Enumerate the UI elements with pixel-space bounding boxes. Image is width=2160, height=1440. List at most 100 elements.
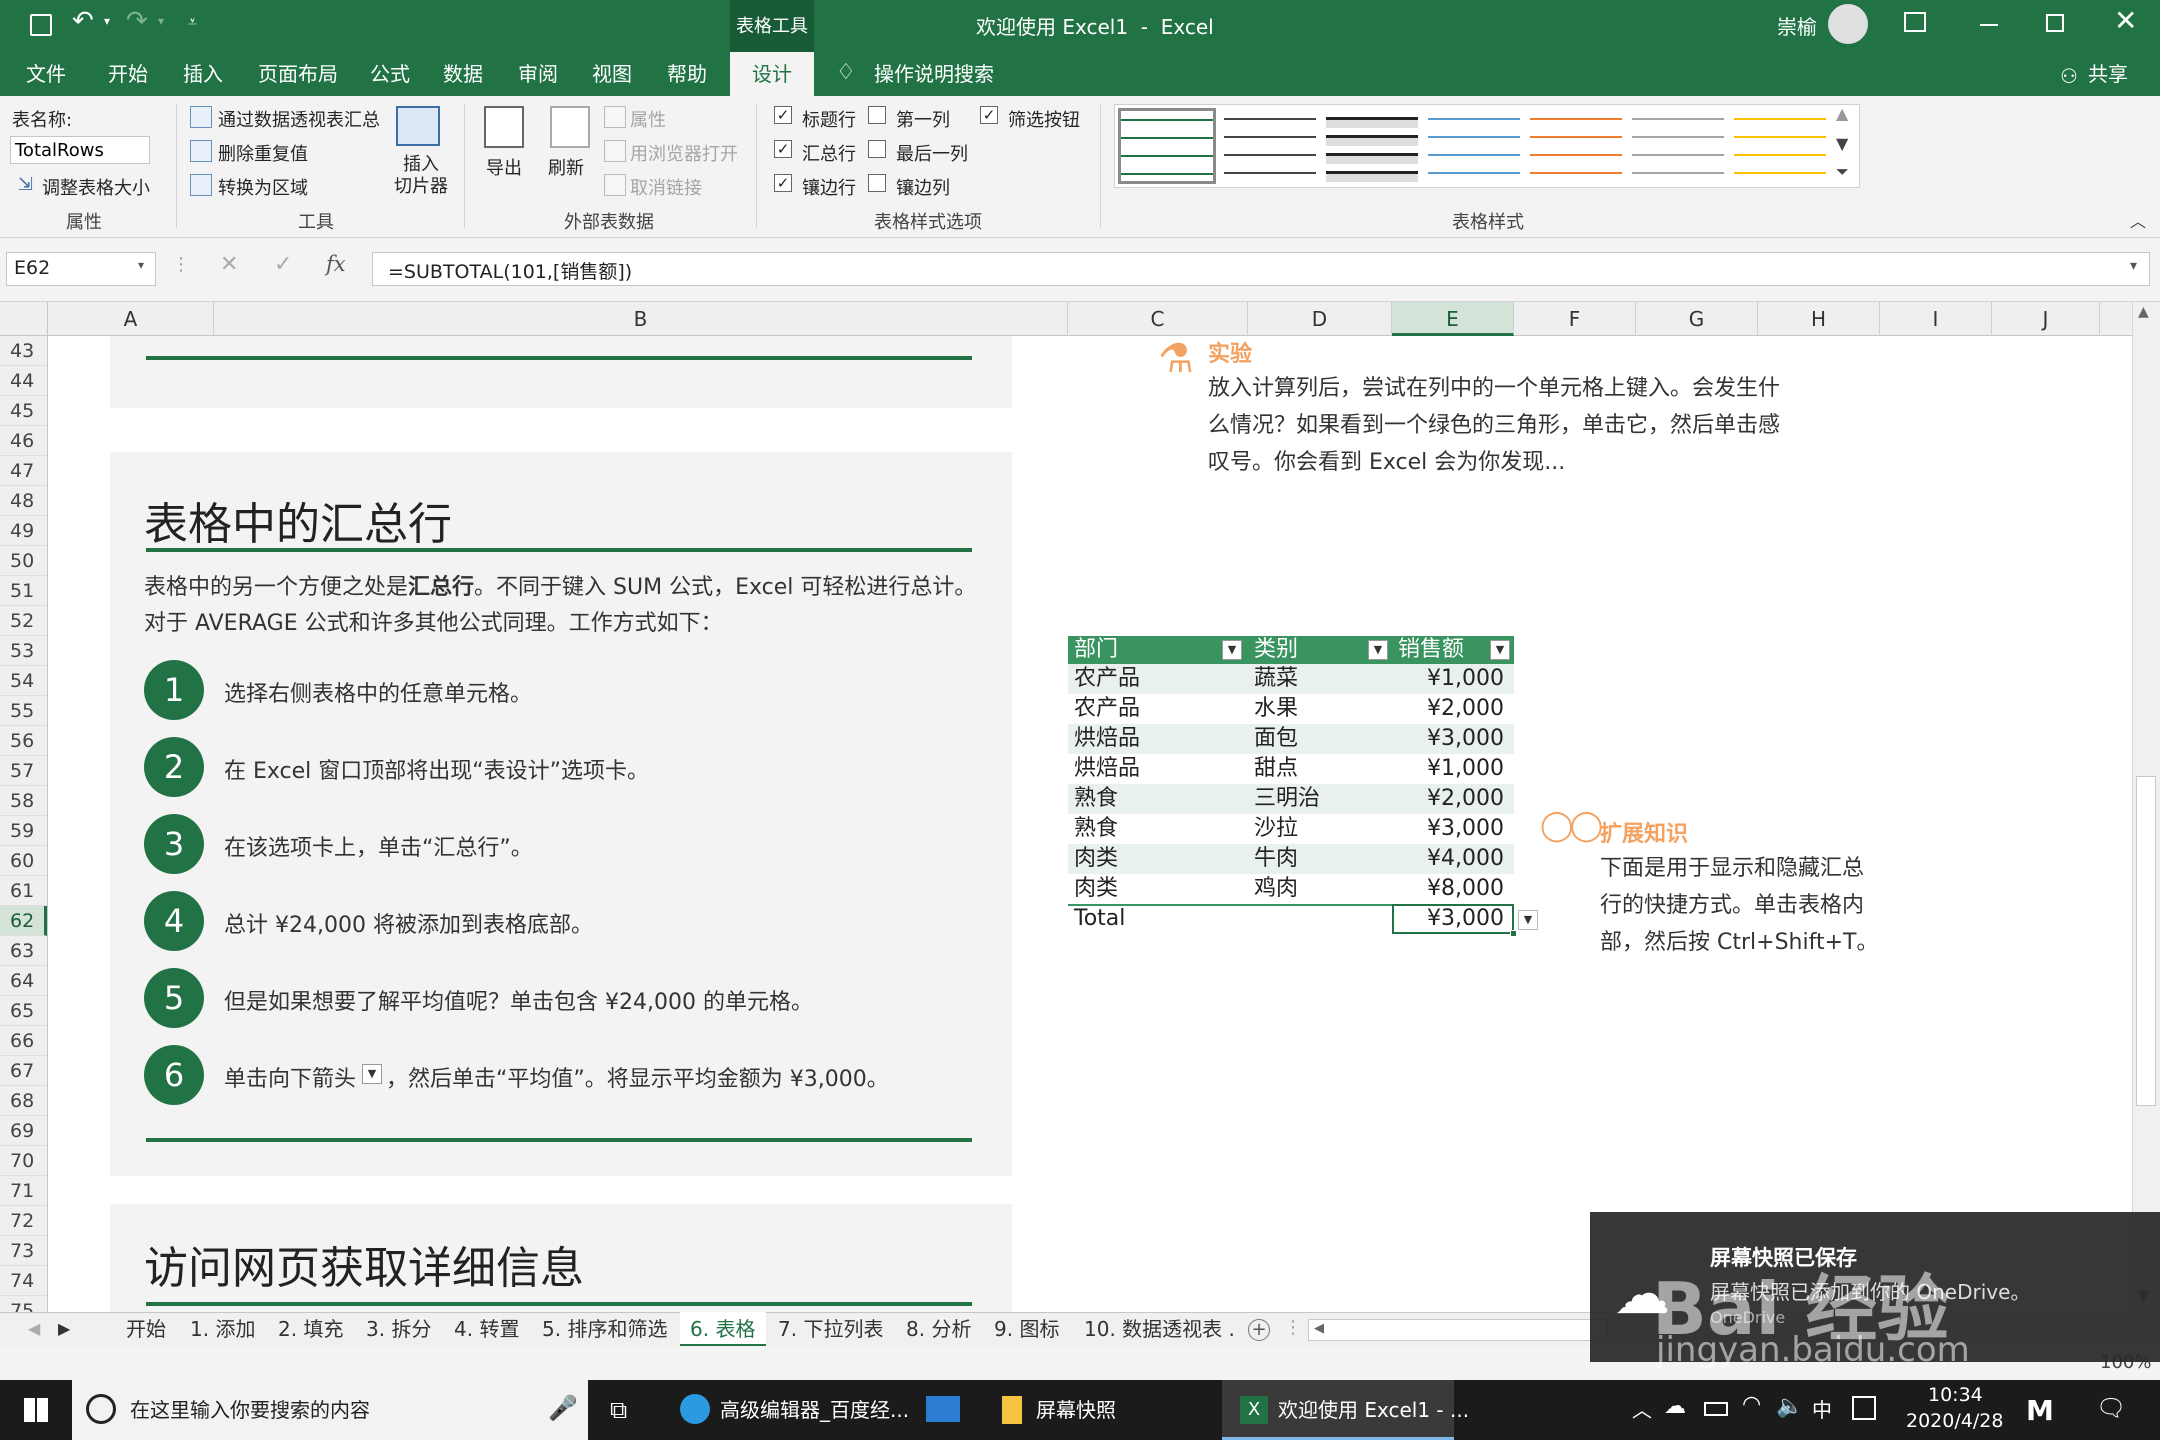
sheet-tab[interactable]: 2. 填充 xyxy=(278,1313,343,1347)
expand-formula-icon[interactable]: ▾ xyxy=(2130,258,2137,274)
filter-dropdown-icon[interactable]: ▼ xyxy=(1490,640,1510,660)
row-header[interactable]: 60 xyxy=(0,846,47,876)
cell-category[interactable]: 蔬菜 xyxy=(1254,664,1298,694)
next-sheet-icon[interactable]: ▶ xyxy=(58,1319,70,1338)
table-style-swatch[interactable] xyxy=(1326,110,1418,182)
table-style-swatch[interactable] xyxy=(1428,110,1520,182)
row-header[interactable]: 56 xyxy=(0,726,47,756)
user-name[interactable]: 崇榆 xyxy=(1777,11,1817,40)
horizontal-scrollbar[interactable] xyxy=(1308,1319,1608,1341)
row-header-selected[interactable]: 62 xyxy=(0,906,47,936)
tab-data[interactable]: 数据 xyxy=(443,52,483,96)
table-style-swatch[interactable] xyxy=(1118,108,1216,184)
row-header[interactable]: 58 xyxy=(0,786,47,816)
table-style-swatch[interactable] xyxy=(1530,110,1622,182)
filter-dropdown-icon[interactable]: ▼ xyxy=(1222,640,1242,660)
total-value[interactable]: ¥3,000 xyxy=(1427,904,1504,934)
cell-category[interactable]: 鸡肉 xyxy=(1254,874,1298,904)
tab-home[interactable]: 开始 xyxy=(108,52,148,96)
row-header[interactable]: 57 xyxy=(0,756,47,786)
battery-icon[interactable] xyxy=(1704,1402,1728,1416)
sheet-tab[interactable]: 7. 下拉列表 xyxy=(778,1313,883,1347)
refresh-button[interactable]: 刷新 xyxy=(548,154,584,180)
redo-dropdown-icon[interactable]: ▾ xyxy=(158,14,164,28)
cell-sales[interactable]: ¥1,000 xyxy=(1427,664,1504,694)
sheet-tab[interactable]: 3. 拆分 xyxy=(366,1313,431,1347)
column-header[interactable]: D xyxy=(1248,302,1392,336)
taskbar-app-active[interactable]: 欢迎使用 Excel1 - ... xyxy=(1278,1380,1469,1440)
redo-icon[interactable]: ↷ xyxy=(126,6,148,36)
gallery-more-icon[interactable]: ⏷ xyxy=(1836,162,1849,182)
total-row-checkbox[interactable]: ✓ xyxy=(774,140,792,158)
column-header[interactable]: C xyxy=(1068,302,1248,336)
filter-dropdown-icon[interactable]: ▼ xyxy=(1368,640,1388,660)
unlink-button[interactable]: 取消链接 xyxy=(630,174,702,200)
ribbon-display-icon[interactable] xyxy=(1904,12,1926,32)
enter-icon[interactable]: ✓ xyxy=(274,252,292,277)
cell-category[interactable]: 牛肉 xyxy=(1254,844,1298,874)
cell-category[interactable]: 甜点 xyxy=(1254,754,1298,784)
row-header[interactable]: 75 xyxy=(0,1296,47,1312)
properties-button[interactable]: 属性 xyxy=(630,106,666,132)
cell-dept[interactable]: 肉类 xyxy=(1074,874,1118,904)
taskbar-app[interactable]: 屏幕快照 xyxy=(1036,1380,1116,1440)
scroll-left-icon[interactable]: ◀ xyxy=(1314,1321,1324,1336)
row-header[interactable]: 48 xyxy=(0,486,47,516)
sheet-tab[interactable]: 4. 转置 xyxy=(454,1313,519,1347)
export-button[interactable]: 导出 xyxy=(486,154,522,180)
windows-start-icon[interactable] xyxy=(24,1398,48,1422)
banded-rows-checkbox[interactable]: ✓ xyxy=(774,174,792,192)
cell-sales[interactable]: ¥1,000 xyxy=(1427,754,1504,784)
prev-sheet-icon[interactable]: ◀ xyxy=(28,1319,40,1338)
table-style-swatch[interactable] xyxy=(1632,110,1724,182)
row-header[interactable]: 50 xyxy=(0,546,47,576)
task-view-icon[interactable]: ⧉ xyxy=(610,1396,627,1424)
add-sheet-icon[interactable]: + xyxy=(1248,1319,1270,1341)
column-header[interactable]: F xyxy=(1514,302,1636,336)
row-header[interactable]: 51 xyxy=(0,576,47,606)
convert-to-range-button[interactable]: 转换为区域 xyxy=(218,174,308,200)
cell-sales[interactable]: ¥4,000 xyxy=(1427,844,1504,874)
column-header-selected[interactable]: E xyxy=(1392,302,1514,336)
row-header[interactable]: 72 xyxy=(0,1206,47,1236)
table-name-input[interactable] xyxy=(10,136,150,164)
tab-view[interactable]: 视图 xyxy=(592,52,632,96)
tab-review[interactable]: 审阅 xyxy=(518,52,558,96)
row-header[interactable]: 73 xyxy=(0,1236,47,1266)
tab-design[interactable]: 设计 xyxy=(752,52,792,96)
undo-dropdown-icon[interactable]: ▾ xyxy=(104,14,110,28)
sheet-tab[interactable]: 8. 分析 xyxy=(906,1313,971,1347)
row-header[interactable]: 61 xyxy=(0,876,47,906)
cell-sales[interactable]: ¥2,000 xyxy=(1427,694,1504,724)
row-header[interactable]: 64 xyxy=(0,966,47,996)
cell-dept[interactable]: 熟食 xyxy=(1074,814,1118,844)
row-header[interactable]: 47 xyxy=(0,456,47,486)
clock-time[interactable]: 10:34 xyxy=(1928,1384,1983,1406)
insert-function-icon[interactable]: fx xyxy=(326,252,346,276)
cell-sales[interactable]: ¥8,000 xyxy=(1427,874,1504,904)
cell-category[interactable]: 水果 xyxy=(1254,694,1298,724)
screenshot-toast[interactable]: ☁ 屏幕快照已保存 屏幕快照已添加到你的 OneDrive。 OneDrive … xyxy=(1590,1212,2160,1370)
tell-me-search[interactable]: 操作说明搜索 xyxy=(874,52,994,96)
restore-icon[interactable] xyxy=(2046,14,2064,32)
row-header[interactable]: 63 xyxy=(0,936,47,966)
row-header[interactable]: 68 xyxy=(0,1086,47,1116)
name-box-dropdown-icon[interactable]: ▾ xyxy=(138,258,144,272)
column-header[interactable]: B xyxy=(214,302,1068,336)
close-icon[interactable]: ✕ xyxy=(2114,4,2137,37)
cell-dept[interactable]: 农产品 xyxy=(1074,664,1140,694)
column-header[interactable]: J xyxy=(1992,302,2100,336)
cell-dept[interactable]: 烘焙品 xyxy=(1074,754,1140,784)
row-header[interactable]: 49 xyxy=(0,516,47,546)
row-header[interactable]: 65 xyxy=(0,996,47,1026)
tab-help[interactable]: 帮助 xyxy=(667,52,707,96)
row-header[interactable]: 71 xyxy=(0,1176,47,1206)
banded-columns-checkbox[interactable] xyxy=(868,174,886,192)
table-header-cell[interactable]: 部门 xyxy=(1068,636,1248,664)
cell-dept[interactable]: 熟食 xyxy=(1074,784,1118,814)
sheet-tab[interactable]: 5. 排序和筛选 xyxy=(542,1313,667,1347)
row-header[interactable]: 66 xyxy=(0,1026,47,1056)
row-header[interactable]: 69 xyxy=(0,1116,47,1146)
ime-grid-icon[interactable] xyxy=(1852,1396,1876,1420)
row-header[interactable]: 55 xyxy=(0,696,47,726)
